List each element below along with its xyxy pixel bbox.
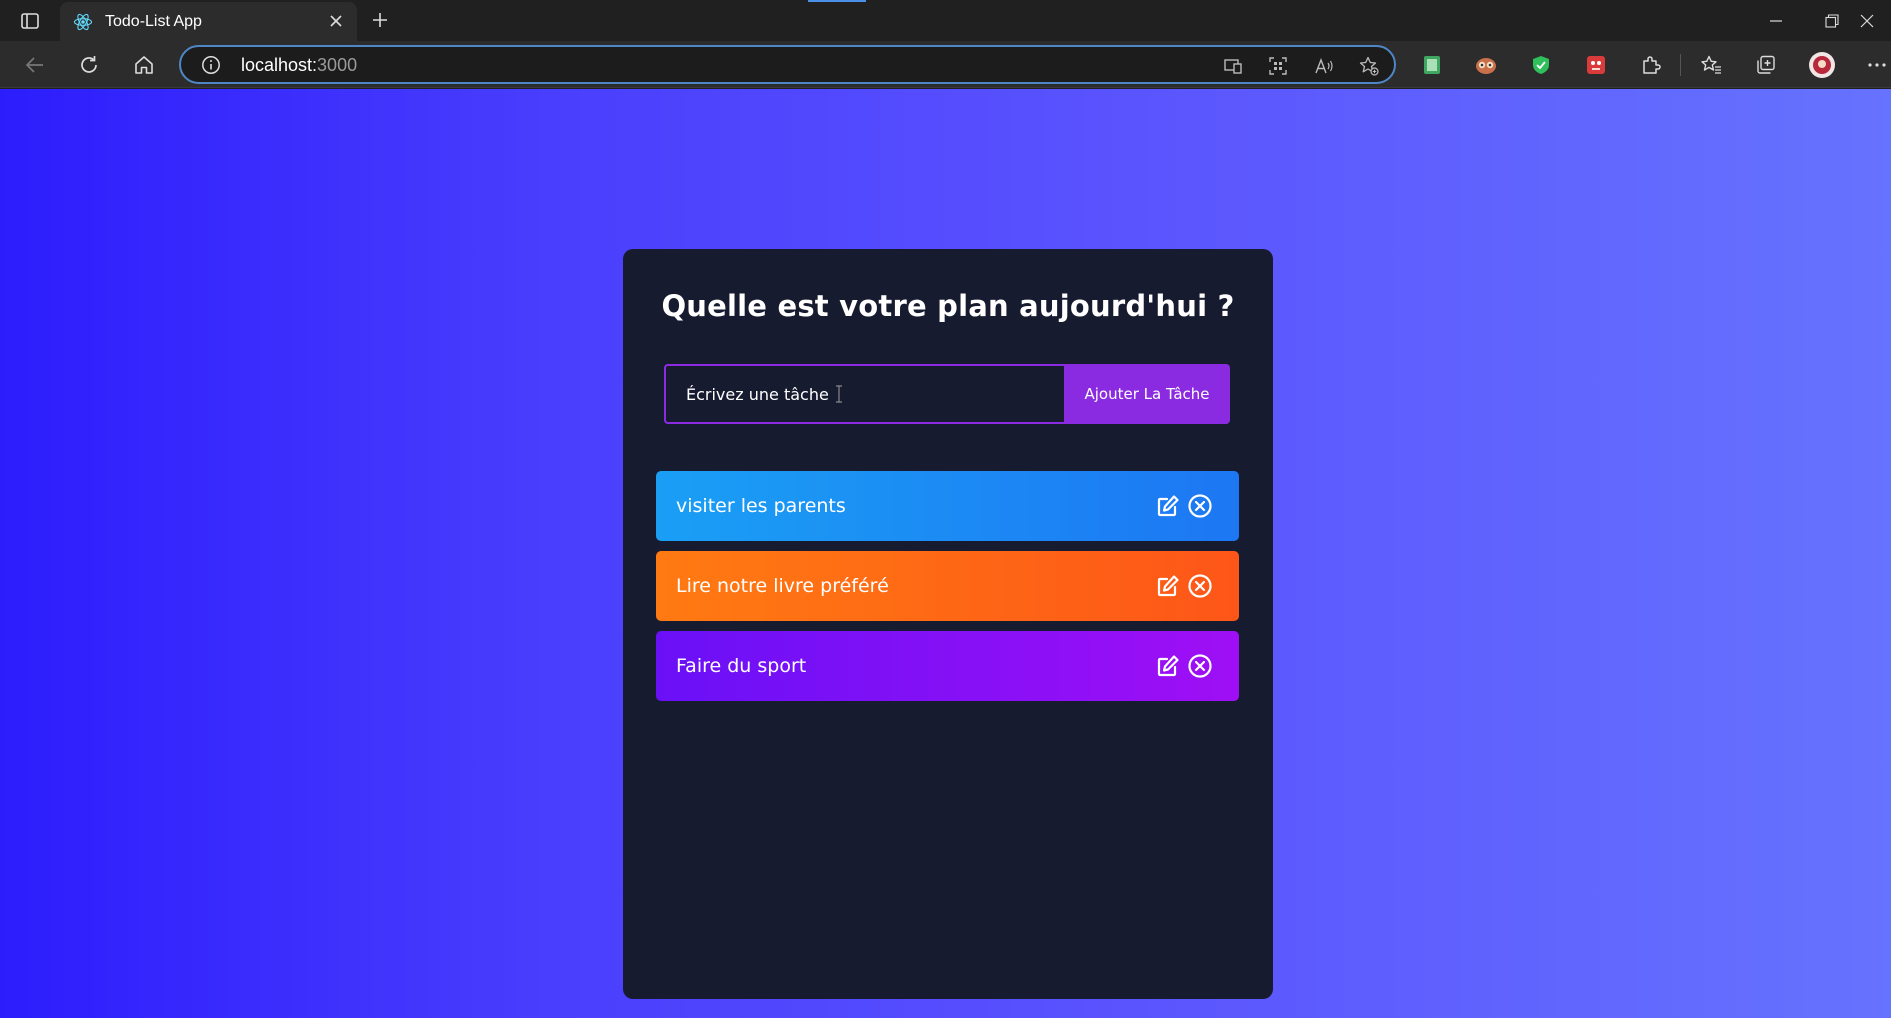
url-port: 3000 [317,55,358,75]
todo-item-actions [1155,493,1213,519]
browser-tab-active[interactable]: Todo-List App [60,2,357,41]
todo-item[interactable]: Faire du sport [656,631,1239,701]
minimize-window-icon[interactable] [1748,0,1804,41]
home-icon[interactable] [130,51,158,79]
extension-shield-icon[interactable] [1527,51,1555,79]
browser-toolbar: localhost:3000 [0,41,1891,88]
edit-icon[interactable] [1155,653,1181,679]
favorites-icon[interactable] [1697,51,1725,79]
extension-face-icon[interactable] [1472,51,1500,79]
app-available-icon[interactable] [1221,54,1245,78]
tab-title: Todo-List App [105,12,202,30]
edit-icon[interactable] [1155,573,1181,599]
delete-icon[interactable] [1187,573,1213,599]
browser-titlebar: Todo-List App [0,0,1891,41]
tab-actions-icon[interactable] [18,9,42,33]
add-favorite-icon[interactable] [1357,54,1381,78]
react-logo-icon [73,12,93,32]
qr-code-icon[interactable] [1266,54,1290,78]
settings-more-icon[interactable] [1863,51,1891,79]
todo-app-card: Quelle est votre plan aujourd'hui ? Ajou… [623,249,1273,999]
refresh-icon[interactable] [75,51,103,79]
add-task-button[interactable]: Ajouter La Tâche [1064,364,1230,424]
back-icon[interactable] [21,51,49,79]
url-text[interactable]: localhost:3000 [241,55,357,76]
site-info-icon[interactable] [201,55,221,75]
toolbar-separator [1680,54,1681,76]
todo-item-actions [1155,653,1213,679]
todo-item[interactable]: visiter les parents [656,471,1239,541]
collections-icon[interactable] [1752,51,1780,79]
todo-item-text: Lire notre livre préféré [676,575,889,597]
text-cursor-icon [834,385,844,403]
url-host: localhost: [241,55,318,75]
todo-item-text: visiter les parents [676,495,846,517]
close-window-icon[interactable] [1860,0,1891,41]
read-aloud-icon[interactable] [1312,54,1336,78]
todo-item[interactable]: Lire notre livre préféré [656,551,1239,621]
extensions-puzzle-icon[interactable] [1637,51,1665,79]
new-tab-icon[interactable] [368,8,392,32]
extension-red-icon[interactable] [1582,51,1610,79]
profile-avatar-icon[interactable] [1808,51,1836,79]
extension-green-icon[interactable] [1418,51,1446,79]
address-bar[interactable]: localhost:3000 [179,45,1396,84]
todo-form: Ajouter La Tâche [664,364,1230,424]
tab-load-indicator [808,0,866,2]
page-viewport: Quelle est votre plan aujourd'hui ? Ajou… [0,89,1891,1018]
todo-item-text: Faire du sport [676,655,807,677]
task-input[interactable] [664,364,1064,424]
close-tab-icon[interactable] [327,12,345,30]
todo-item-actions [1155,573,1213,599]
edit-icon[interactable] [1155,493,1181,519]
delete-icon[interactable] [1187,493,1213,519]
restore-window-icon[interactable] [1804,0,1860,41]
delete-icon[interactable] [1187,653,1213,679]
page-title: Quelle est votre plan aujourd'hui ? [661,289,1235,323]
